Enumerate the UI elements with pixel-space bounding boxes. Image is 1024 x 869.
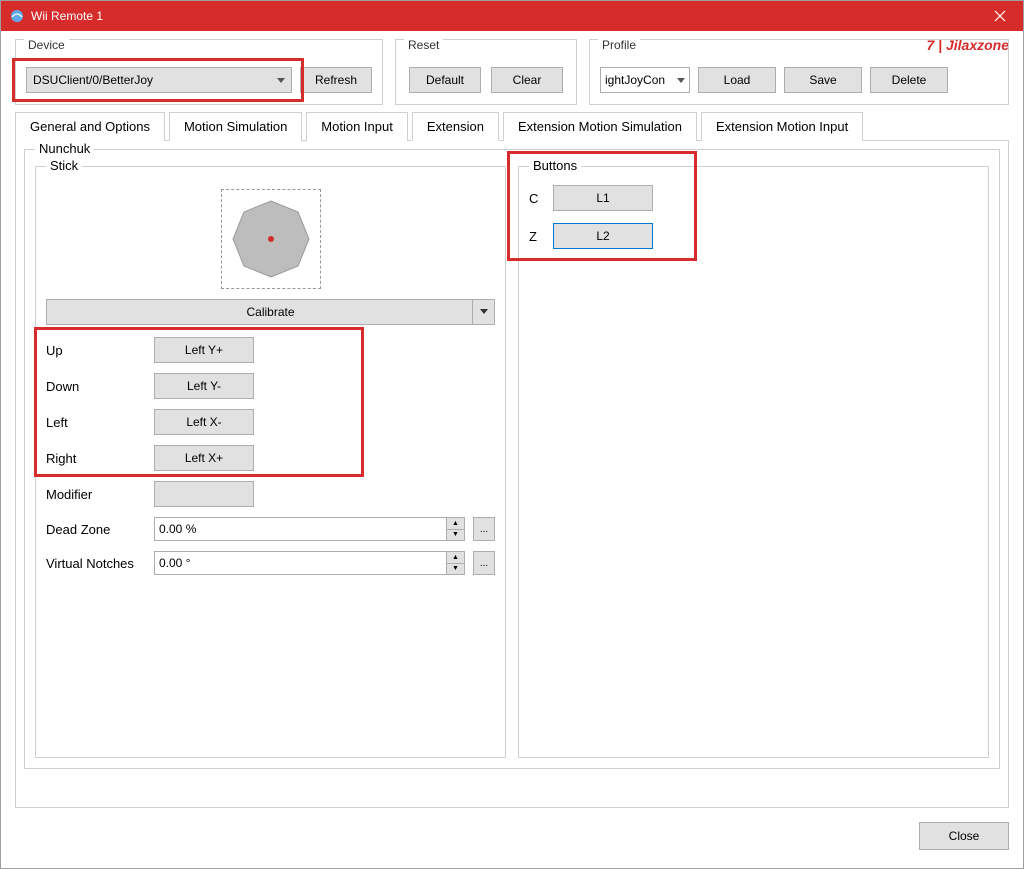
close-icon[interactable] bbox=[977, 1, 1023, 31]
buttons-group: Buttons C L1 Z L2 bbox=[518, 166, 989, 758]
virtual-notches-input[interactable]: 0.00 ° ▲ ▼ bbox=[154, 551, 465, 575]
stick-label: Stick bbox=[46, 158, 82, 173]
c-label: C bbox=[529, 191, 545, 206]
profile-value: ightJoyCon bbox=[605, 73, 665, 87]
calibrate-label: Calibrate bbox=[246, 305, 294, 319]
spinner-up-icon[interactable]: ▲ bbox=[447, 518, 464, 530]
titlebar: Wii Remote 1 bbox=[1, 1, 1023, 31]
z-mapping-button[interactable]: L2 bbox=[553, 223, 653, 249]
chevron-down-icon bbox=[277, 73, 285, 87]
chevron-down-icon bbox=[677, 73, 685, 87]
deadzone-input[interactable]: 0.00 % ▲ ▼ bbox=[154, 517, 465, 541]
c-mapping-button[interactable]: L1 bbox=[553, 185, 653, 211]
right-mapping-button[interactable]: Left X+ bbox=[154, 445, 254, 471]
left-mapping-button[interactable]: Left X- bbox=[154, 409, 254, 435]
down-label: Down bbox=[46, 379, 146, 394]
profile-label: Profile bbox=[598, 38, 640, 52]
top-row: Device DSUClient/0/BetterJoy Refresh Res… bbox=[1, 31, 1023, 111]
clear-button[interactable]: Clear bbox=[491, 67, 563, 93]
window-title: Wii Remote 1 bbox=[31, 9, 103, 23]
virtual-notches-more-button[interactable]: ... bbox=[473, 551, 495, 575]
default-button[interactable]: Default bbox=[409, 67, 481, 93]
close-button[interactable]: Close bbox=[919, 822, 1009, 850]
reset-group: Reset Default Clear bbox=[395, 39, 577, 105]
device-combo-value: DSUClient/0/BetterJoy bbox=[33, 73, 153, 87]
tab-extension-motion-input[interactable]: Extension Motion Input bbox=[701, 112, 863, 141]
device-group: Device DSUClient/0/BetterJoy Refresh bbox=[15, 39, 383, 105]
nunchuk-label: Nunchuk bbox=[35, 141, 94, 156]
virtual-notches-value: 0.00 ° bbox=[159, 556, 191, 570]
tab-extension-motion-simulation[interactable]: Extension Motion Simulation bbox=[503, 112, 697, 141]
up-label: Up bbox=[46, 343, 146, 358]
profile-group: Profile ightJoyCon Load Save Delete bbox=[589, 39, 1009, 105]
app-icon bbox=[9, 8, 25, 24]
modifier-label: Modifier bbox=[46, 487, 146, 502]
device-label: Device bbox=[24, 38, 69, 52]
refresh-button[interactable]: Refresh bbox=[300, 67, 372, 93]
window: Wii Remote 1 7 | Jilaxzone Device DSUCli… bbox=[0, 0, 1024, 869]
profile-combo[interactable]: ightJoyCon bbox=[600, 67, 690, 93]
buttons-label: Buttons bbox=[529, 158, 581, 173]
tab-motion-input[interactable]: Motion Input bbox=[306, 112, 408, 141]
chevron-down-icon[interactable] bbox=[472, 300, 494, 324]
reset-label: Reset bbox=[404, 38, 443, 52]
stick-group: Stick Calibrate bbox=[35, 166, 506, 758]
stick-visualizer bbox=[221, 189, 321, 289]
left-label: Left bbox=[46, 415, 146, 430]
down-mapping-button[interactable]: Left Y- bbox=[154, 373, 254, 399]
bottom-bar: Close bbox=[1, 818, 1023, 868]
device-combo[interactable]: DSUClient/0/BetterJoy bbox=[26, 67, 292, 93]
modifier-mapping-button[interactable] bbox=[154, 481, 254, 507]
nunchuk-group: Nunchuk Stick Calibrate bbox=[24, 149, 1000, 769]
tab-extension[interactable]: Extension bbox=[412, 112, 499, 141]
load-button[interactable]: Load bbox=[698, 67, 776, 93]
tab-general-options[interactable]: General and Options bbox=[15, 112, 165, 141]
spinner-up-icon[interactable]: ▲ bbox=[447, 552, 464, 564]
deadzone-label: Dead Zone bbox=[46, 522, 146, 537]
tab-motion-simulation[interactable]: Motion Simulation bbox=[169, 112, 302, 141]
right-label: Right bbox=[46, 451, 146, 466]
up-mapping-button[interactable]: Left Y+ bbox=[154, 337, 254, 363]
spinner-down-icon[interactable]: ▼ bbox=[447, 564, 464, 575]
tab-pane: Nunchuk Stick Calibrate bbox=[15, 140, 1009, 808]
deadzone-value: 0.00 % bbox=[159, 522, 196, 536]
save-button[interactable]: Save bbox=[784, 67, 862, 93]
tabs: General and Options Motion Simulation Mo… bbox=[1, 111, 1023, 140]
delete-button[interactable]: Delete bbox=[870, 67, 948, 93]
spinner-down-icon[interactable]: ▼ bbox=[447, 530, 464, 541]
calibrate-button[interactable]: Calibrate bbox=[46, 299, 495, 325]
content: 7 | Jilaxzone Device DSUClient/0/BetterJ… bbox=[1, 31, 1023, 868]
deadzone-more-button[interactable]: ... bbox=[473, 517, 495, 541]
virtual-notches-label: Virtual Notches bbox=[46, 556, 146, 571]
z-label: Z bbox=[529, 229, 545, 244]
